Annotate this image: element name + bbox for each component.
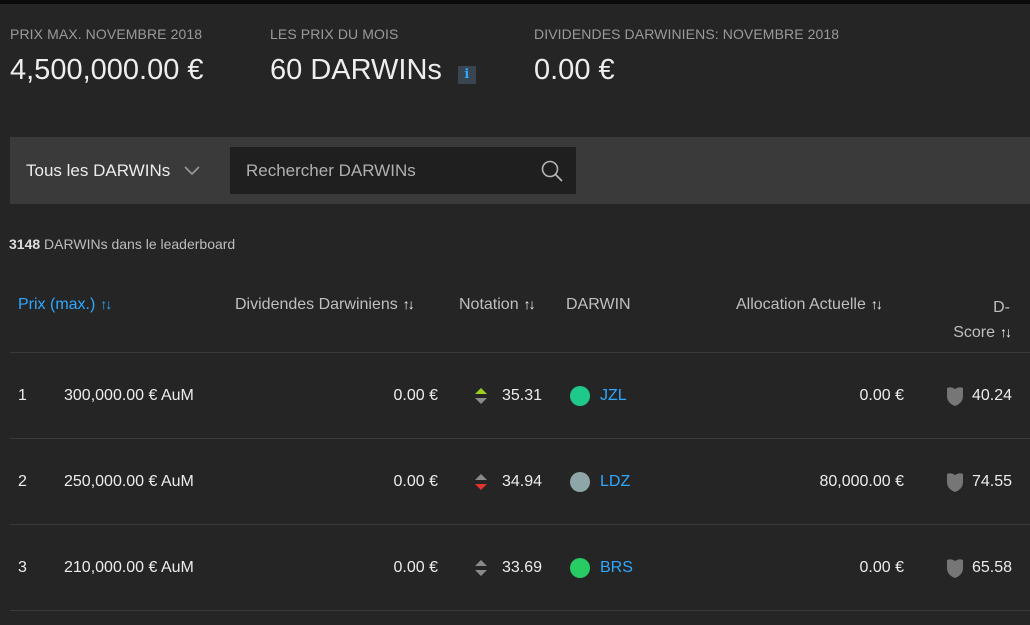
dividends-cell: 0.00 € xyxy=(393,559,438,576)
darwin-ticker-link[interactable]: BRS xyxy=(600,559,633,577)
rank-cell: 1 xyxy=(18,387,27,404)
table-row[interactable]: 3 210,000.00 € AuM 0.00 € 33.69 BRS 0.00 € 65.… xyxy=(0,525,1030,611)
darwin-status-dot xyxy=(570,472,590,492)
darwin-ticker-link[interactable]: JZL xyxy=(600,387,627,405)
rating-value: 33.69 xyxy=(502,559,543,576)
column-header-dividends[interactable]: Dividendes Darwiniens ↑↓ xyxy=(235,296,415,314)
dscore-value: 74.55 xyxy=(971,473,1012,490)
rank-cell: 3 xyxy=(18,559,27,576)
sort-icon: ↑↓ xyxy=(402,296,415,312)
trend-neutral-icon xyxy=(475,560,487,576)
info-icon[interactable]: i xyxy=(457,65,476,84)
stat-month-prizes-label: LES PRIX DU MOIS xyxy=(270,26,399,42)
sort-icon: ↑↓ xyxy=(870,296,883,312)
table-row[interactable]: 1 300,000.00 € AuM 0.00 € 35.31 JZL 0.00 € 40.… xyxy=(0,353,1030,439)
column-header-darwin: DARWIN xyxy=(566,296,631,314)
dscore-cell: 74.55 xyxy=(940,439,1012,525)
column-header-prize-label: Prix (max.) xyxy=(18,296,96,313)
dscore-shield-icon xyxy=(946,387,963,406)
dividends-cell: 0.00 € xyxy=(393,387,438,404)
dscore-shield-icon xyxy=(946,473,963,492)
dscore-shield-icon xyxy=(946,559,963,578)
sort-icon: ↑↓ xyxy=(523,296,536,312)
allocation-cell: 0.00 € xyxy=(859,387,904,404)
stat-dividends-label: DIVIDENDES DARWINIENS: NOVEMBRE 2018 xyxy=(534,26,840,42)
darwin-status-dot xyxy=(570,558,590,578)
dscore-value: 40.24 xyxy=(971,387,1012,404)
allocation-cell: 0.00 € xyxy=(859,559,904,576)
trend-up-icon xyxy=(475,388,487,404)
darwin-filter-label: Tous les DARWINs xyxy=(26,160,171,180)
column-header-dscore-line1: D- xyxy=(993,299,1010,316)
stat-dividends-value: 0.00 € xyxy=(534,54,839,87)
prize-cell: 300,000.00 € AuM xyxy=(64,387,194,404)
dividends-cell: 0.00 € xyxy=(393,473,438,490)
stat-month-prizes-amount: 60 DARWINs xyxy=(270,54,442,86)
leaderboard-count: 3148 DARWINs dans le leaderboard xyxy=(9,236,235,252)
stat-max-prize: PRIX MAX. NOVEMBRE 2018 4,500,000.00 € xyxy=(10,26,204,87)
rating-value: 35.31 xyxy=(502,387,543,404)
column-header-dscore-line2: Score xyxy=(953,324,995,341)
darwin-cell: LDZ xyxy=(570,439,630,525)
top-border xyxy=(0,0,1030,4)
rating-cell: 33.69 xyxy=(474,525,542,611)
darwin-filter-dropdown[interactable]: Tous les DARWINs xyxy=(26,137,200,204)
table-row[interactable]: 2 250,000.00 € AuM 0.00 € 34.94 LDZ 80,000.00… xyxy=(0,439,1030,525)
stat-dividends-amount: 0.00 € xyxy=(534,54,615,86)
dscore-value: 65.58 xyxy=(971,559,1012,576)
column-header-dividends-label: Dividendes Darwiniens xyxy=(235,296,398,313)
search-box xyxy=(230,147,576,194)
search-icon[interactable] xyxy=(540,159,564,183)
chevron-down-icon xyxy=(184,165,200,175)
column-header-darwin-label: DARWIN xyxy=(566,296,631,313)
dscore-cell: 65.58 xyxy=(940,525,1012,611)
filter-bar: Tous les DARWINs xyxy=(10,137,1030,204)
prize-cell: 210,000.00 € AuM xyxy=(64,559,194,576)
sort-icon: ↑↓ xyxy=(100,296,112,312)
rating-value: 34.94 xyxy=(502,473,543,490)
dscore-cell: 40.24 xyxy=(940,353,1012,439)
search-input[interactable] xyxy=(230,147,520,194)
column-header-allocation[interactable]: Allocation Actuelle ↑↓ xyxy=(736,296,883,314)
leaderboard-count-number: 3148 xyxy=(9,236,41,252)
allocation-cell: 80,000.00 € xyxy=(819,473,904,490)
trend-down-icon xyxy=(475,474,487,490)
darwin-cell: BRS xyxy=(570,525,633,611)
rating-cell: 34.94 xyxy=(474,439,542,525)
stat-max-prize-amount: 4,500,000.00 € xyxy=(10,54,204,86)
prize-cell: 250,000.00 € AuM xyxy=(64,473,194,490)
stat-dividends: DIVIDENDES DARWINIENS: NOVEMBRE 2018 0.0… xyxy=(534,26,839,87)
leaderboard-count-text: DARWINs dans le leaderboard xyxy=(40,236,236,252)
sort-icon: ↑↓ xyxy=(1000,324,1012,340)
row-divider xyxy=(10,610,1030,611)
stat-month-prizes-value: 60 DARWINs i xyxy=(270,54,476,87)
darwin-ticker-link[interactable]: LDZ xyxy=(600,473,630,491)
darwin-status-dot xyxy=(570,386,590,406)
stat-month-prizes: LES PRIX DU MOIS 60 DARWINs i xyxy=(270,26,476,87)
darwin-cell: JZL xyxy=(570,353,627,439)
stat-max-prize-value: 4,500,000.00 € xyxy=(10,54,204,87)
column-header-rating-label: Notation xyxy=(459,296,519,313)
column-header-prize[interactable]: Prix (max.) ↑↓ xyxy=(18,296,112,314)
rank-cell: 2 xyxy=(18,473,27,490)
column-header-allocation-label: Allocation Actuelle xyxy=(736,296,866,313)
column-header-dscore[interactable]: D- Score ↑↓ xyxy=(940,296,1012,345)
rating-cell: 35.31 xyxy=(474,353,542,439)
column-header-rating[interactable]: Notation ↑↓ xyxy=(459,296,536,314)
stat-max-prize-label: PRIX MAX. NOVEMBRE 2018 xyxy=(10,26,203,42)
